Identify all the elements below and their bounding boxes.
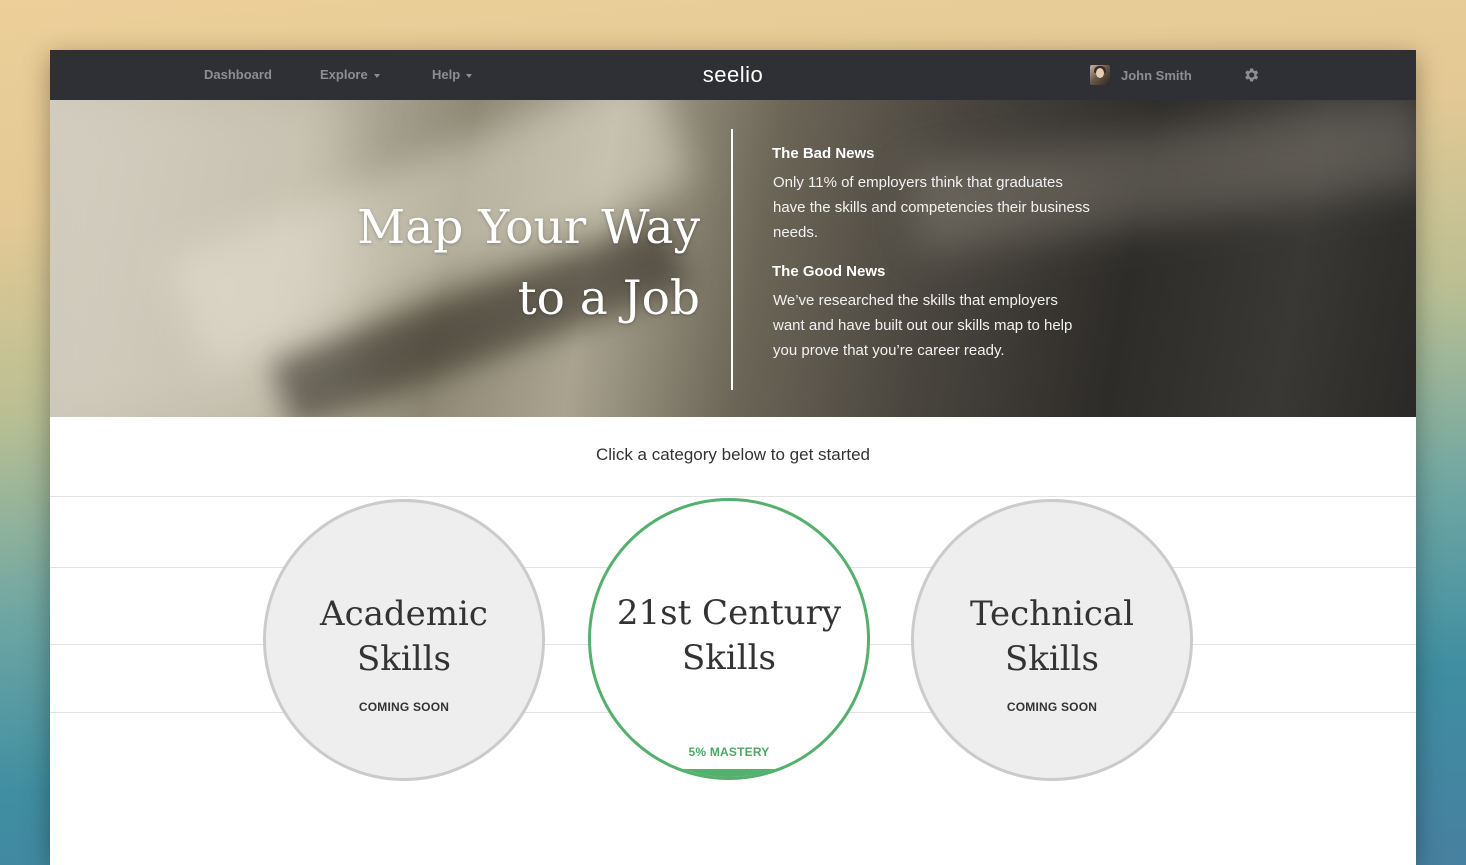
category-title-line2: Skills — [1005, 639, 1099, 679]
category-technical-skills[interactable]: Technical Skills COMING SOON — [911, 499, 1193, 781]
nav-explore-label: Explore — [320, 67, 368, 82]
category-21st-century-skills[interactable]: 21st Century Skills 5% MASTERY — [588, 498, 870, 780]
category-title: 21st Century Skills — [591, 591, 867, 681]
good-news-block: The Good News We’ve researched the skill… — [772, 262, 1092, 363]
user-name: John Smith — [1121, 67, 1192, 83]
good-news-text: We’ve researched the skills that employe… — [773, 292, 1073, 359]
app-window: Dashboard Explore Help seelio John Smith… — [50, 50, 1416, 865]
hero-title-line1: Map Your Way — [357, 200, 700, 255]
divider-line — [50, 496, 1416, 497]
caret-down-icon — [466, 73, 473, 78]
good-news-heading: The Good News — [772, 263, 886, 280]
nav-help-dropdown[interactable]: Help — [432, 50, 473, 100]
caret-down-icon — [373, 73, 380, 78]
category-title-line1: 21st Century — [616, 593, 842, 633]
category-title: Academic Skills — [266, 592, 542, 682]
category-prompt: Click a category below to get started — [595, 445, 871, 464]
bad-news-block: The Bad News Only 11% of employers think… — [772, 144, 1092, 245]
bad-news-heading: The Bad News — [772, 145, 875, 162]
category-title-line2: Skills — [357, 639, 451, 679]
nav-help-label: Help — [432, 67, 461, 82]
category-academic-skills[interactable]: Academic Skills COMING SOON — [263, 499, 545, 781]
nav-explore-dropdown[interactable]: Explore — [320, 50, 380, 100]
top-navbar: Dashboard Explore Help seelio John Smith — [50, 50, 1416, 100]
hero-title: Map Your Way to a Job — [300, 192, 700, 334]
category-title: Technical Skills — [914, 592, 1190, 682]
coming-soon-label: COMING SOON — [1006, 700, 1098, 714]
user-menu[interactable]: John Smith — [1090, 65, 1192, 85]
category-title-line1: Technical — [969, 594, 1135, 634]
seelio-logo[interactable]: seelio — [703, 62, 763, 87]
category-title-line2: Skills — [682, 638, 776, 678]
avatar-face — [1096, 68, 1104, 78]
nav-dashboard[interactable]: Dashboard — [204, 50, 272, 100]
mastery-label: 5% MASTERY — [688, 745, 770, 759]
hero-banner: Map Your Way to a Job The Bad News Only … — [50, 100, 1416, 417]
hero-title-line2: to a Job — [517, 271, 700, 326]
bad-news-text: Only 11% of employers think that graduat… — [773, 174, 1090, 241]
coming-soon-label: COMING SOON — [358, 700, 450, 714]
category-title-line1: Academic — [320, 594, 488, 634]
hero-divider — [731, 129, 733, 390]
gear-icon[interactable] — [1242, 66, 1260, 84]
user-avatar — [1090, 65, 1110, 85]
mastery-progress-fill — [591, 769, 867, 777]
